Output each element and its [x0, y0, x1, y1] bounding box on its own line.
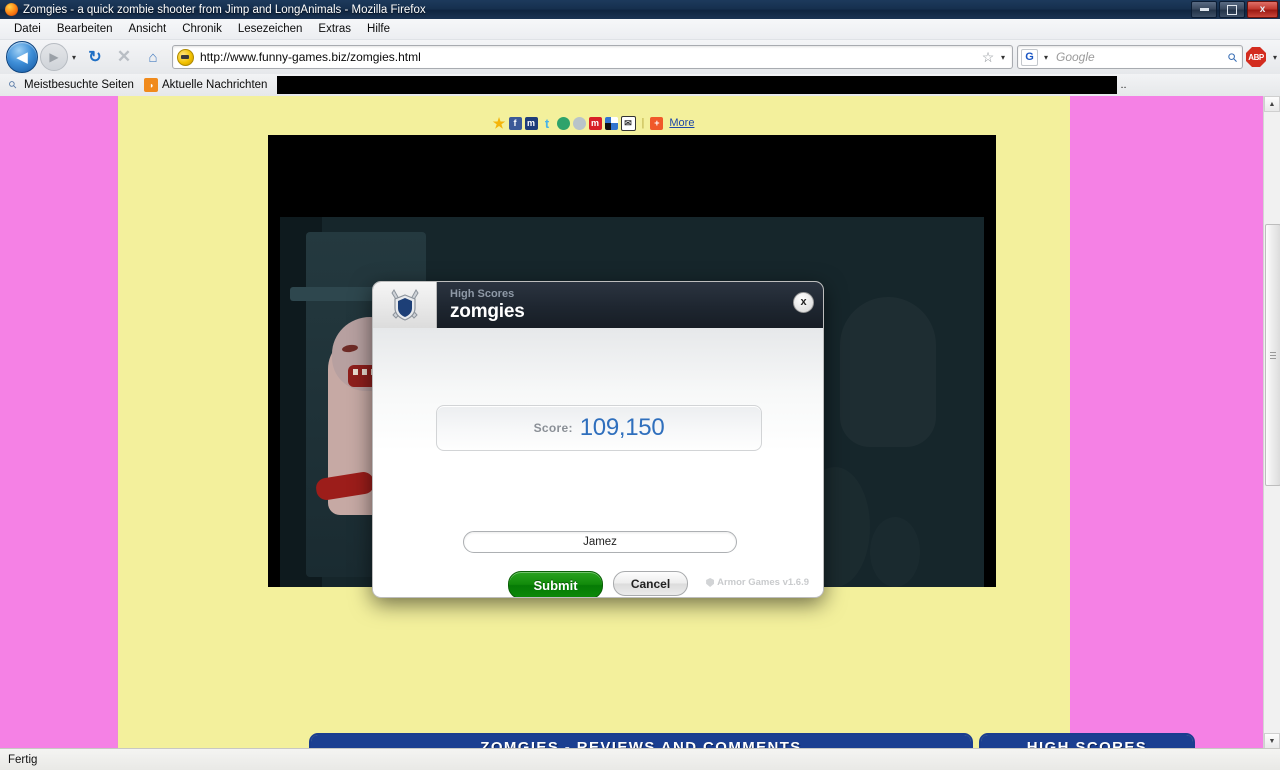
background-shape-3 [870, 517, 920, 587]
reload-icon[interactable]: ↻ [82, 44, 108, 70]
footer-shield-icon [706, 578, 715, 587]
digg-icon[interactable] [572, 116, 586, 130]
bookmark-most-visited[interactable]: ⚲ Meistbesuchte Seiten [6, 78, 134, 92]
address-bar[interactable]: http://www.funny-games.biz/zomgies.html … [172, 45, 1013, 69]
player-name-input[interactable]: Jamez [463, 531, 737, 553]
forward-button[interactable]: ▶ [40, 43, 68, 71]
dialog-body: Score: 109,150 Jamez Submit Cancel Armor… [373, 328, 823, 597]
search-bar[interactable]: G ▾ Google ⚲ [1017, 45, 1243, 69]
minimize-icon [1199, 8, 1209, 11]
scroll-grip-icon [1270, 351, 1276, 359]
delicious-icon[interactable] [604, 116, 618, 130]
background-shape-1 [840, 297, 936, 447]
bookmark-star-icon[interactable]: ☆ [979, 49, 997, 66]
google-logo-icon[interactable]: G [1021, 48, 1038, 66]
firefox-window: Zomgies - a quick zombie shooter from Ji… [0, 0, 1280, 770]
dialog-header: High Scores zomgies x [373, 282, 823, 328]
firefox-logo-icon [5, 3, 18, 16]
urlbar-dropdown-icon[interactable]: ▾ [998, 53, 1008, 62]
mixx-icon[interactable]: m [588, 116, 602, 130]
history-dropdown-icon[interactable]: ▾ [69, 53, 79, 62]
menu-item-datei[interactable]: Datei [6, 21, 49, 37]
menu-item-ansicht[interactable]: Ansicht [120, 21, 174, 37]
menu-item-bearbeiten[interactable]: Bearbeiten [49, 21, 121, 37]
highscores-heading: HIGH SCORES [981, 735, 1193, 749]
rss-icon: ◑ [143, 78, 158, 92]
footer-version-text: Armor Games v1.6.9 [717, 577, 809, 588]
reviews-panel: ZOMGIES - REVIEWS AND COMMENTS » Add You… [309, 733, 973, 749]
bookmark-label: Meistbesuchte Seiten [24, 79, 134, 91]
restore-icon [1227, 4, 1237, 15]
menu-item-lesezeichen[interactable]: Lesezeichen [230, 21, 311, 37]
highscore-submit-dialog: High Scores zomgies x Score: 109,150 Jam… [372, 281, 824, 598]
stop-icon[interactable]: ✕ [111, 44, 137, 70]
back-button[interactable]: ◀ [6, 41, 38, 73]
menu-item-chronik[interactable]: Chronik [174, 21, 230, 37]
stumbleupon-icon[interactable] [556, 116, 570, 130]
window-title: Zomgies - a quick zombie shooter from Ji… [23, 3, 426, 16]
more-plus-icon[interactable]: + [650, 116, 664, 130]
zombie-tooth [353, 369, 358, 375]
page-viewport: ★ f m t m ✉ | + More ZOMGIES - REVIEWS A… [0, 96, 1264, 749]
share-more-link[interactable]: More [669, 117, 694, 129]
submit-button[interactable]: Submit [508, 571, 603, 597]
scroll-up-arrow[interactable]: ▲ [1264, 96, 1280, 112]
adblock-plus-icon[interactable]: ABP [1246, 47, 1266, 67]
restore-button[interactable] [1219, 1, 1245, 18]
scroll-thumb[interactable] [1265, 224, 1280, 486]
dialog-subtitle: High Scores [450, 288, 515, 300]
social-share-row: ★ f m t m ✉ | + More [117, 112, 1070, 134]
site-favicon-icon [177, 48, 194, 66]
bookmark-label: Aktuelle Nachrichten [161, 79, 268, 91]
zombie-tooth [362, 369, 367, 375]
menu-bar: Datei Bearbeiten Ansicht Chronik Lesezei… [0, 19, 1280, 40]
score-value: 109,150 [579, 414, 665, 441]
page-scrollbar[interactable]: ▲ ▼ [1263, 96, 1280, 749]
email-icon[interactable]: ✉ [620, 115, 636, 131]
scroll-down-arrow[interactable]: ▼ [1264, 733, 1280, 749]
menu-item-hilfe[interactable]: Hilfe [359, 21, 398, 37]
status-text: Fertig [8, 753, 38, 766]
minimize-button[interactable] [1191, 1, 1217, 18]
dialog-close-icon[interactable]: x [793, 292, 814, 313]
url-text: http://www.funny-games.biz/zomgies.html [200, 50, 421, 64]
dialog-title-block: High Scores zomgies [437, 282, 525, 328]
facebook-icon[interactable]: f [508, 116, 522, 130]
toolbar-overflow-icon[interactable]: ▾ [1270, 53, 1280, 62]
dialog-title: zomgies [450, 301, 525, 322]
close-button[interactable]: x [1247, 1, 1278, 18]
highscores-panel: HIGH SCORES 1. tomasitas 36,170 ✕ » View… [979, 733, 1195, 749]
favorite-star-icon[interactable]: ★ [493, 115, 506, 131]
dialog-footer: Armor Games v1.6.9 [706, 577, 809, 588]
cancel-button[interactable]: Cancel [613, 571, 688, 596]
magnifier-icon: ⚲ [6, 78, 20, 92]
share-separator: | [641, 117, 645, 129]
window-controls: x [1191, 1, 1278, 18]
window-titlebar: Zomgies - a quick zombie shooter from Ji… [0, 0, 1280, 19]
search-input[interactable]: Google [1051, 50, 1228, 64]
navigation-toolbar: ◀ ▶ ▾ ↻ ✕ ⌂ http://www.funny-games.biz/z… [0, 40, 1280, 74]
armor-games-logo [373, 282, 437, 328]
myspace-icon[interactable]: m [524, 116, 538, 130]
bookmark-overflow-dots: .. [1120, 79, 1127, 91]
score-label: Score: [533, 421, 573, 435]
home-icon[interactable]: ⌂ [140, 44, 166, 70]
twitter-icon[interactable]: t [541, 116, 554, 131]
delicious-square-4 [611, 123, 618, 130]
bookmarks-toolbar: ⚲ Meistbesuchte Seiten ◑ Aktuelle Nachri… [0, 74, 1280, 97]
score-display: Score: 109,150 [436, 405, 762, 451]
status-bar: Fertig [0, 748, 1280, 770]
menu-item-extras[interactable]: Extras [310, 21, 359, 37]
content-left-edge [117, 96, 118, 749]
reviews-heading: ZOMGIES - REVIEWS AND COMMENTS [311, 735, 971, 749]
search-engine-dropdown-icon[interactable]: ▾ [1041, 53, 1051, 62]
shield-icon [390, 289, 419, 321]
player-name-value: Jamez [583, 536, 617, 548]
redacted-bookmark-region [277, 76, 1118, 94]
bookmark-latest-news[interactable]: ◑ Aktuelle Nachrichten [143, 78, 268, 92]
